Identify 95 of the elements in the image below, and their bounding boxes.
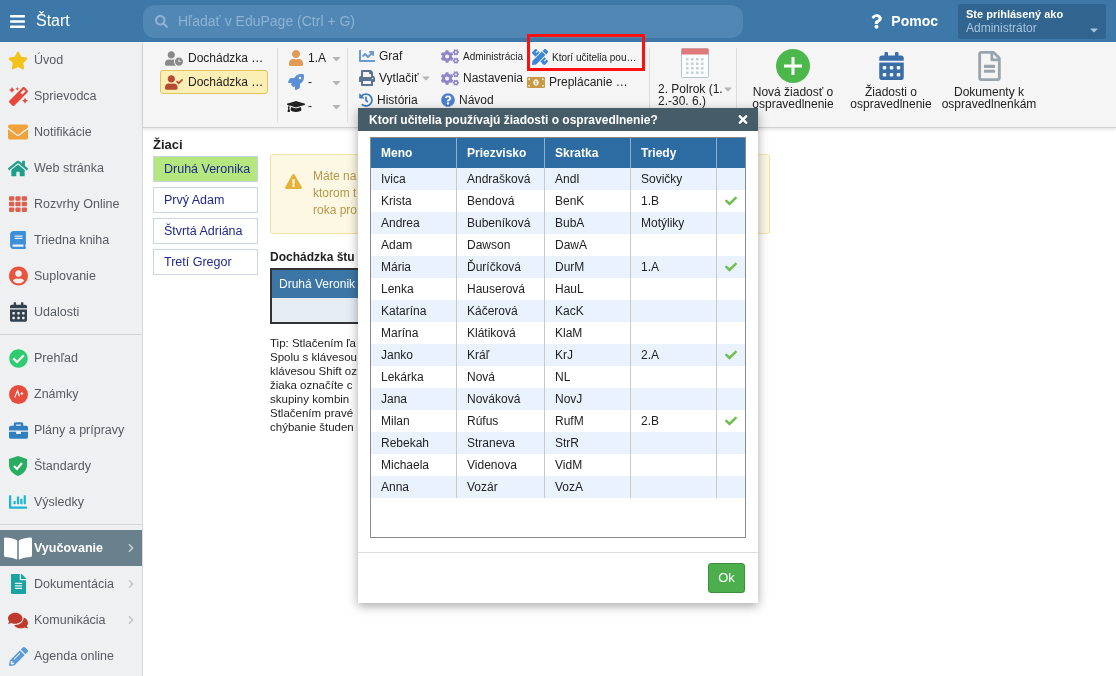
view-button[interactable]: Dochádzka … xyxy=(160,46,268,70)
warning-text: Máte na xyxy=(313,168,357,185)
banknote-icon xyxy=(527,74,545,90)
filter-dropdown[interactable]: - xyxy=(287,94,341,118)
tip-text: Spolu s klávesou xyxy=(270,350,357,364)
house-icon xyxy=(8,158,28,178)
warning-icon xyxy=(285,174,302,189)
chat-bubbles-icon xyxy=(8,610,28,630)
action-button[interactable]: Dokumenty k ospravedlnenkám xyxy=(940,45,1038,110)
tip-text: Tip: Stlačením ľa xyxy=(270,336,356,350)
toolbar-button[interactable]: Graf xyxy=(359,45,441,67)
sidebar-item[interactable]: Sprievodca xyxy=(0,78,142,114)
star-icon xyxy=(8,50,28,70)
warning-text: roka pro xyxy=(313,202,358,219)
person-check-icon xyxy=(165,74,183,90)
start-menu-button[interactable]: Štart xyxy=(0,0,143,42)
pencil-icon xyxy=(8,646,28,666)
toolbar-button[interactable]: Návod xyxy=(441,89,527,111)
account-caption: Ste prihlásený ako xyxy=(966,6,1064,21)
help-button[interactable]: Pomoc xyxy=(871,10,938,32)
student-item[interactable]: Štvrtá Adriána xyxy=(153,218,258,244)
pencil-ruler-icon xyxy=(532,49,548,65)
calendar-icon xyxy=(878,52,904,80)
sidebar-item[interactable]: Úvod xyxy=(0,42,142,78)
close-icon xyxy=(738,113,748,126)
sidebar-item[interactable]: Triedna kniha xyxy=(0,222,142,258)
person-icon xyxy=(289,50,303,66)
sidebar-item[interactable]: Komunikácia xyxy=(0,602,142,638)
close-button[interactable] xyxy=(736,112,750,127)
printer-icon xyxy=(359,70,375,86)
clock-icon xyxy=(359,93,373,107)
sidebar-item[interactable]: Web stránka xyxy=(0,150,142,186)
plus-circle-icon xyxy=(776,49,810,83)
tip-text: chýbanie študen xyxy=(270,420,354,434)
document-icon xyxy=(977,51,1001,81)
gears-icon xyxy=(441,48,459,64)
view-button[interactable]: Dochádzka … xyxy=(160,70,268,94)
menu-icon xyxy=(8,12,27,30)
calendar-icon xyxy=(9,302,27,322)
sidebar-item[interactable]: Suplovanie xyxy=(0,258,142,294)
tip-text: skupiny kombin xyxy=(270,392,350,406)
help-icon xyxy=(441,93,455,107)
bar-chart-icon xyxy=(9,493,27,511)
line-chart-icon xyxy=(359,48,375,64)
period-dropdown[interactable]: 2. Polrok (1. 2.-30. 6.) xyxy=(654,45,736,107)
tip-text: Stlačením pravé xyxy=(270,406,354,420)
grid-icon xyxy=(9,195,27,213)
students-heading: Žiaci xyxy=(153,137,183,153)
dialog-title: Ktorí učitelia používajú žiadosti o ospravedlnenie? xyxy=(369,111,658,129)
sidebar-item[interactable]: Plány a prípravy xyxy=(0,412,142,448)
magic-wand-icon xyxy=(8,86,28,106)
shield-check-icon xyxy=(9,456,27,476)
toolbar-button[interactable]: Ktorí učitelia pou… xyxy=(532,46,637,68)
gears-icon xyxy=(441,70,459,86)
student-item[interactable]: Druhá Veronika xyxy=(153,156,258,182)
action-button[interactable]: Žiadosti o ospravedlnenie xyxy=(842,45,940,110)
filter-dropdown[interactable]: - xyxy=(287,70,341,94)
search-field[interactable]: Hľadať v EduPage (Ctrl + G) xyxy=(143,4,743,38)
attendance-heading: Dochádzka štu xyxy=(270,249,355,265)
search-icon xyxy=(155,14,168,28)
toolbar-button[interactable]: Administrácia xyxy=(441,45,527,67)
sidebar-item[interactable]: Udalosti xyxy=(0,294,142,330)
student-item[interactable]: Prvý Adam xyxy=(153,187,258,213)
sidebar-item[interactable]: Notifikácie xyxy=(0,114,142,150)
rocket-icon xyxy=(288,74,304,90)
warning-text: ktorom t xyxy=(313,185,357,202)
calendar-icon xyxy=(681,48,709,78)
toolbar-button[interactable]: Vytlačiť xyxy=(359,67,441,89)
sidebar-item[interactable]: Agenda online xyxy=(0,638,142,674)
student-item[interactable]: Tretí Gregor xyxy=(153,249,258,275)
tip-text: klávesou Shift oz xyxy=(270,364,357,378)
sidebar-item[interactable]: Rozvrhy Online xyxy=(0,186,142,222)
toolbar-button[interactable]: Preplácanie … xyxy=(527,71,645,93)
book-icon xyxy=(10,231,26,249)
account-button[interactable]: Ste prihlásený ako Administrátor xyxy=(958,3,1106,39)
grade-circle-icon xyxy=(8,384,28,404)
sidebar-item[interactable]: Štandardy xyxy=(0,448,142,484)
account-name: Administrátor xyxy=(966,20,1037,36)
briefcase-icon xyxy=(8,420,28,440)
tip-text: žiaka označíte c xyxy=(270,378,353,392)
toolbar-button[interactable]: Nastavenia xyxy=(441,67,527,89)
document-icon xyxy=(10,574,26,594)
sidebar-item[interactable]: Výsledky xyxy=(0,484,142,520)
graduation-cap-icon xyxy=(287,98,305,114)
person-clock-icon xyxy=(165,50,183,66)
sidebar-item[interactable]: Prehľad xyxy=(0,340,142,376)
sidebar-item[interactable]: Vyučovanie xyxy=(0,530,142,566)
action-button[interactable]: Nová žiadosť o ospravedlnenie xyxy=(744,45,842,110)
envelope-icon xyxy=(8,122,28,142)
sidebar-item[interactable]: Známky xyxy=(0,376,142,412)
sidebar-item[interactable]: Dokumentácia xyxy=(0,566,142,602)
help-icon xyxy=(871,13,883,29)
open-book-icon xyxy=(4,535,32,561)
filter-dropdown[interactable]: 1.A xyxy=(287,46,341,70)
toolbar-button[interactable]: História xyxy=(359,89,441,111)
